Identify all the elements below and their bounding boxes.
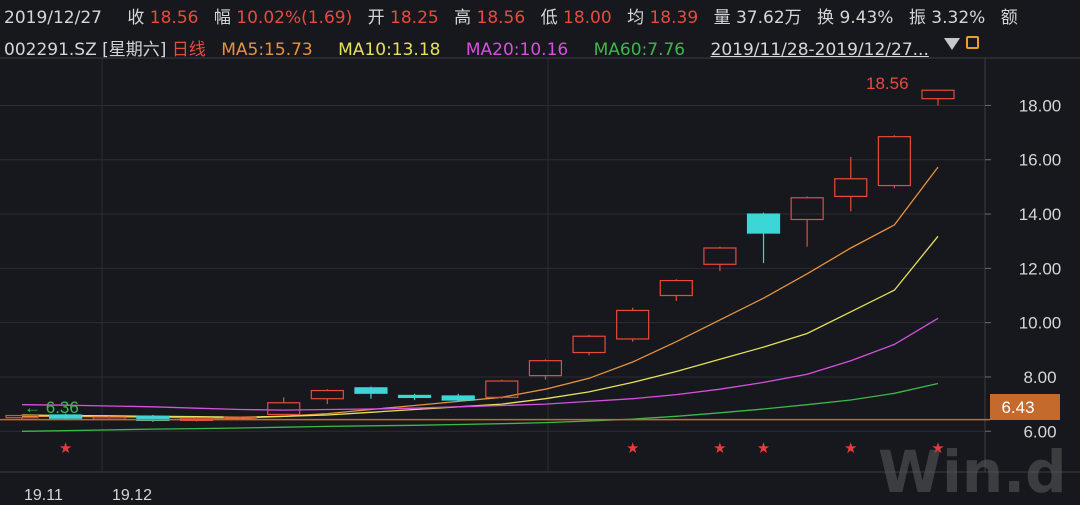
star-markers: ★ ★ ★ ★ ★ ★ [59,439,945,457]
y-tick-label-2: 10.00 [1019,314,1062,333]
candle-body [790,197,824,221]
candle-body [659,279,693,297]
candle-body [354,387,388,394]
candle [877,135,911,189]
candle-body [267,402,301,416]
candle [92,416,126,420]
candle [746,212,781,263]
candle [354,386,388,399]
candle [397,393,432,401]
moving-average-lines [21,166,939,432]
ma10-line [21,235,939,418]
candle-body [572,335,606,354]
candle-body [528,360,563,377]
star-marker-1: ★ [626,439,639,457]
candle [572,334,606,356]
y-tick-label-6: 18.00 [1019,96,1062,115]
y-axis: 6.008.0010.0012.0014.0016.0018.00 [985,96,1061,441]
y-tick-label-3: 12.00 [1019,259,1062,278]
star-marker-0: ★ [59,439,72,457]
ma5-line [22,166,939,419]
grid [0,57,1080,473]
reference-value-label: 6.43 [1001,398,1034,417]
x-label-dec: 19.12 [112,487,152,504]
candle [790,196,824,247]
candle-body [921,89,955,100]
candle-body [441,395,475,401]
star-marker-3: ★ [757,439,770,457]
candle-body [397,394,432,399]
candle-body [310,389,344,400]
candle-body [616,309,650,340]
candle-body [834,178,868,198]
candle [310,389,344,405]
min-price-label: ← 6.36 [24,398,79,417]
star-marker-2: ★ [713,439,726,457]
x-axis: 19.11 19.12 [24,487,152,504]
candle [441,393,475,402]
candle [616,307,650,342]
candle [136,414,170,422]
candle [703,246,737,272]
kline-chart: 6.43 6.008.0010.0012.0014.0016.0018.00 1… [0,57,1080,505]
ma20-line [21,317,939,411]
candle-body [703,247,737,265]
y-tick-label-4: 14.00 [1019,205,1062,224]
candle-body [877,136,911,187]
y-tick-label-5: 16.00 [1019,151,1062,170]
candles [5,89,955,422]
candle [659,279,693,301]
candle [267,397,301,416]
candle [223,416,257,420]
y-tick-label-1: 8.00 [1023,368,1056,387]
candle-body [746,213,781,234]
max-price-label: 18.56 [866,74,909,93]
candle [921,89,955,106]
watermark-logo: Win.d [878,438,1067,505]
star-marker-4: ★ [844,439,857,457]
candle [834,157,868,212]
x-label-nov: 19.11 [24,487,63,504]
